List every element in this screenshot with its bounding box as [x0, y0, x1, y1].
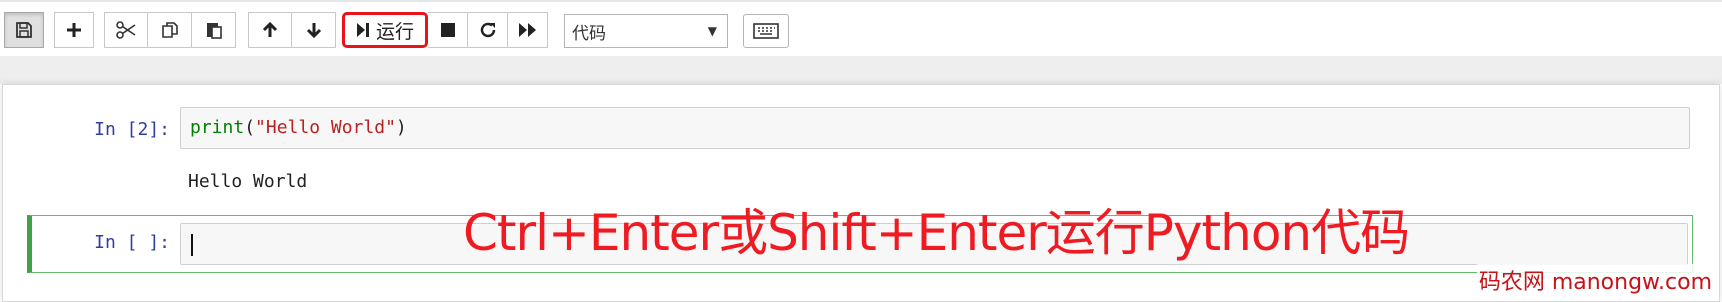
save-group — [4, 12, 44, 48]
code-text: print("Hello World") — [190, 117, 407, 138]
insert-cell-button[interactable] — [54, 12, 94, 48]
restart-button[interactable] — [468, 12, 508, 48]
plus-icon — [67, 23, 81, 37]
refresh-icon — [480, 22, 495, 38]
arrow-down-icon — [306, 23, 321, 39]
fast-forward-icon — [518, 23, 536, 37]
toolbar-separator — [0, 56, 1722, 84]
paste-icon — [206, 23, 222, 39]
move-up-button[interactable] — [248, 12, 292, 48]
cell-output: Hello World — [188, 171, 308, 192]
notebook-container: In [2]: print("Hello World") Hello World… — [2, 84, 1720, 302]
code-keyword: print — [190, 117, 245, 138]
insert-group — [54, 12, 94, 48]
run-button[interactable]: 运行 — [342, 12, 428, 48]
copy-icon — [161, 22, 178, 38]
copy-button[interactable] — [148, 12, 192, 48]
save-icon — [16, 22, 32, 38]
cell-prompt: In [ ]: — [94, 232, 170, 253]
shortcut-annotation: Ctrl+Enter或Shift+Enter运行Python代码 — [463, 204, 1410, 262]
cut-button[interactable] — [104, 12, 148, 48]
code-input[interactable]: print("Hello World") — [180, 107, 1690, 149]
cell-type-select[interactable]: 代码 ▼ — [564, 14, 728, 48]
paste-button[interactable] — [192, 12, 236, 48]
stop-icon — [440, 23, 455, 37]
edit-group — [104, 12, 236, 48]
interrupt-button[interactable] — [428, 12, 468, 48]
restart-run-all-button[interactable] — [508, 12, 548, 48]
watermark: 码农网 manongw.com — [1476, 264, 1714, 296]
dropdown-caret-icon: ▼ — [707, 24, 717, 38]
code-close-paren: ) — [395, 117, 407, 138]
scissors-icon — [116, 21, 136, 39]
arrow-up-icon — [262, 21, 278, 37]
cell-prompt: In [2]: — [94, 119, 170, 140]
command-palette-button[interactable] — [743, 14, 789, 48]
keyboard-icon — [753, 23, 779, 39]
step-forward-icon — [356, 23, 369, 37]
run-group: 运行 — [342, 12, 548, 48]
move-down-button[interactable] — [292, 12, 336, 48]
code-open-paren: ( — [244, 117, 256, 138]
code-string: "Hello World" — [255, 117, 396, 138]
cell-type-value: 代码 — [572, 23, 606, 44]
run-button-label: 运行 — [375, 20, 414, 43]
notebook-toolbar: 运行 代码 ▼ — [0, 0, 1722, 58]
move-group — [248, 12, 336, 48]
save-button[interactable] — [4, 12, 44, 48]
text-cursor — [191, 234, 193, 256]
